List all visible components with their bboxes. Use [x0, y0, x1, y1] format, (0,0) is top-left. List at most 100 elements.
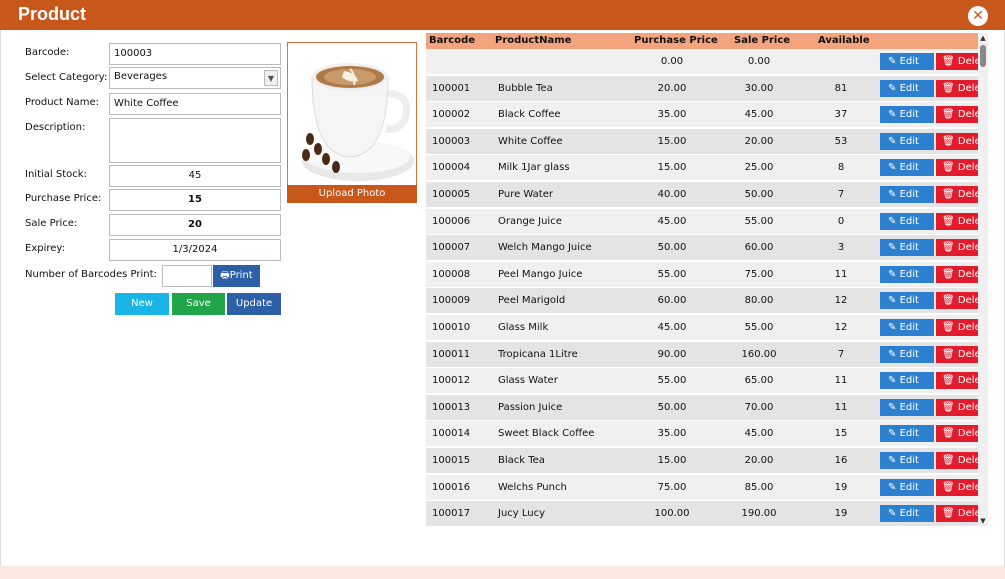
- cell-sale: 0.00: [747, 56, 771, 67]
- delete-button[interactable]: 🗑 Delete: [936, 292, 978, 310]
- delete-button[interactable]: 🗑 Delete: [936, 239, 978, 257]
- grid-scrollbar[interactable]: ▲ ▼: [978, 33, 988, 526]
- delete-button[interactable]: 🗑 Delete: [936, 452, 978, 469]
- delete-button[interactable]: 🗑 Delete: [936, 372, 978, 390]
- expiry-date-input[interactable]: 1/3/2024: [109, 239, 281, 261]
- pencil-icon: ✎: [888, 322, 900, 333]
- description-input[interactable]: [109, 118, 281, 163]
- barcode-label: Barcode:: [25, 47, 70, 58]
- edit-button[interactable]: ✎ Edit: [880, 132, 934, 150]
- edit-button[interactable]: ✎ Edit: [880, 372, 934, 390]
- barcodes-print-input[interactable]: [162, 265, 212, 287]
- delete-button[interactable]: 🗑 Delete: [936, 478, 978, 496]
- table-row[interactable]: 100003 White Coffee 15.00 20.00 53 ✎ Edit 🗑 De…: [426, 128, 978, 155]
- category-select[interactable]: Beverages ▼: [109, 67, 281, 89]
- table-row[interactable]: 100010 Glass Milk 45.00 55.00 12 ✎ Edit 🗑 Dele…: [426, 315, 978, 341]
- delete-button[interactable]: 🗑 Delete: [936, 159, 978, 177]
- upload-photo-button[interactable]: Upload Photo: [287, 185, 417, 203]
- table-row[interactable]: 0.000.00✎ Edit🗑 Delete: [426, 49, 978, 75]
- table-row[interactable]: 100012 Glass Water 55.00 65.00 11 ✎ Edit 🗑 Del…: [426, 368, 978, 395]
- header-purchase-price[interactable]: Purchase Price: [634, 35, 718, 46]
- print-button-label: Print: [229, 270, 253, 281]
- edit-button[interactable]: ✎ Edit: [880, 239, 934, 257]
- close-icon[interactable]: ✕: [968, 6, 988, 26]
- delete-button[interactable]: 🗑 Delete: [936, 53, 978, 70]
- delete-button[interactable]: 🗑 Delete: [936, 132, 978, 150]
- table-row[interactable]: 100009 Peel Marigold 60.00 80.00 12 ✎ Edit 🗑 D…: [426, 288, 978, 315]
- cell-purchase: 20.00: [657, 82, 687, 94]
- cell-name: White Coffee: [498, 135, 563, 147]
- table-row[interactable]: 100017 Jucy Lucy 100.00 190.00 19 ✎ Edit 🗑 Del…: [426, 501, 978, 526]
- edit-button[interactable]: ✎ Edit: [880, 79, 934, 97]
- edit-button[interactable]: ✎ Edit: [880, 398, 934, 416]
- delete-button[interactable]: 🗑 Delete: [936, 425, 978, 443]
- header-barcode[interactable]: Barcode: [429, 35, 475, 46]
- cell-name: Welchs Punch: [498, 481, 567, 493]
- table-row[interactable]: 100004 Milk 1Jar glass 15.00 25.00 8 ✎ Edit 🗑 …: [426, 155, 978, 182]
- cell-barcode: 100001: [432, 82, 471, 94]
- scroll-up-icon[interactable]: ▲: [978, 33, 988, 43]
- delete-button[interactable]: 🗑 Delete: [936, 505, 978, 523]
- cell-name: Peel Mango Juice: [498, 268, 583, 280]
- update-button[interactable]: Update: [227, 293, 281, 315]
- pencil-icon: ✎: [888, 135, 900, 147]
- table-row[interactable]: 100015Black Tea15.0020.0016✎ Edit🗑 Delet…: [426, 448, 978, 474]
- sale-price-input[interactable]: 20: [109, 214, 281, 236]
- edit-button[interactable]: ✎ Edit: [880, 452, 934, 469]
- print-button[interactable]: 🖶Print: [213, 265, 260, 287]
- header-available[interactable]: Available: [818, 35, 870, 46]
- edit-button[interactable]: ✎ Edit: [880, 186, 934, 203]
- table-row[interactable]: 100007 Welch Mango Juice 50.00 60.00 3 ✎ Edit…: [426, 235, 978, 262]
- delete-button[interactable]: 🗑 Delete: [936, 265, 978, 283]
- delete-button-label: Delete: [957, 56, 978, 67]
- delete-button-label: Delete: [957, 322, 978, 333]
- delete-button-label: Delete: [957, 189, 978, 200]
- coffee-cup-image: [302, 63, 414, 181]
- scroll-down-icon[interactable]: ▼: [978, 516, 988, 526]
- table-row[interactable]: 100002 Black Coffee 35.00 45.00 37 ✎ Edit 🗑 De…: [426, 102, 978, 129]
- table-row[interactable]: 100005Pure Water40.0050.007✎ Edit🗑 Delet…: [426, 182, 978, 208]
- delete-button[interactable]: 🗑 Delete: [936, 186, 978, 203]
- delete-button[interactable]: 🗑 Delete: [936, 79, 978, 97]
- edit-button[interactable]: ✎ Edit: [880, 212, 934, 230]
- edit-button[interactable]: ✎ Edit: [880, 319, 934, 336]
- header-sale-price[interactable]: Sale Price: [734, 35, 790, 46]
- table-row[interactable]: 100006 Orange Juice 45.00 55.00 0 ✎ Edit 🗑 Del…: [426, 208, 978, 235]
- edit-button[interactable]: ✎ Edit: [880, 425, 934, 443]
- edit-button[interactable]: ✎ Edit: [880, 478, 934, 496]
- edit-button[interactable]: ✎ Edit: [880, 265, 934, 283]
- cell-name: Jucy Lucy: [498, 508, 546, 520]
- product-name-input[interactable]: White Coffee: [109, 93, 281, 115]
- edit-button[interactable]: ✎ Edit: [880, 106, 934, 124]
- table-row[interactable]: 100013 Passion Juice 50.00 70.00 11 ✎ Edit 🗑 D…: [426, 394, 978, 421]
- pencil-icon: ✎: [888, 189, 900, 200]
- initial-stock-input[interactable]: 45: [109, 165, 281, 187]
- table-row[interactable]: 100016 Welchs Punch 75.00 85.00 19 ✎ Edit 🗑 De…: [426, 474, 978, 501]
- new-button[interactable]: New: [115, 293, 169, 315]
- save-button[interactable]: Save: [172, 293, 225, 315]
- table-row[interactable]: 100014 Sweet Black Coffee 35.00 45.00 15 ✎ Ed…: [426, 421, 978, 448]
- delete-button[interactable]: 🗑 Delete: [936, 345, 978, 363]
- purchase-price-input[interactable]: 15: [109, 189, 281, 211]
- scroll-thumb[interactable]: [980, 45, 986, 67]
- delete-button[interactable]: 🗑 Delete: [936, 319, 978, 336]
- table-row[interactable]: 100008 Peel Mango Juice 55.00 75.00 11 ✎ Edit…: [426, 261, 978, 288]
- edit-button-label: Edit: [899, 242, 919, 254]
- delete-button[interactable]: 🗑 Delete: [936, 398, 978, 416]
- header-productname[interactable]: ProductName: [495, 35, 571, 46]
- chevron-down-icon[interactable]: ▼: [264, 70, 278, 86]
- trash-icon: 🗑: [942, 268, 958, 280]
- table-row[interactable]: 100011 Tropicana 1Litre 90.00 160.00 7 ✎ Edit…: [426, 341, 978, 368]
- cell-name: Milk 1Jar glass: [498, 162, 570, 174]
- trash-icon: 🗑: [942, 109, 958, 121]
- delete-button[interactable]: 🗑 Delete: [936, 212, 978, 230]
- table-row[interactable]: 100001 Bubble Tea 20.00 30.00 81 ✎ Edit 🗑 Dele…: [426, 75, 978, 102]
- edit-button[interactable]: ✎ Edit: [880, 505, 934, 523]
- barcode-input[interactable]: 100003: [109, 43, 281, 65]
- edit-button[interactable]: ✎ Edit: [880, 345, 934, 363]
- cell-sale: 65.00: [744, 375, 774, 387]
- edit-button[interactable]: ✎ Edit: [880, 159, 934, 177]
- edit-button[interactable]: ✎ Edit: [880, 292, 934, 310]
- edit-button[interactable]: ✎ Edit: [880, 53, 934, 70]
- delete-button[interactable]: 🗑 Delete: [936, 106, 978, 124]
